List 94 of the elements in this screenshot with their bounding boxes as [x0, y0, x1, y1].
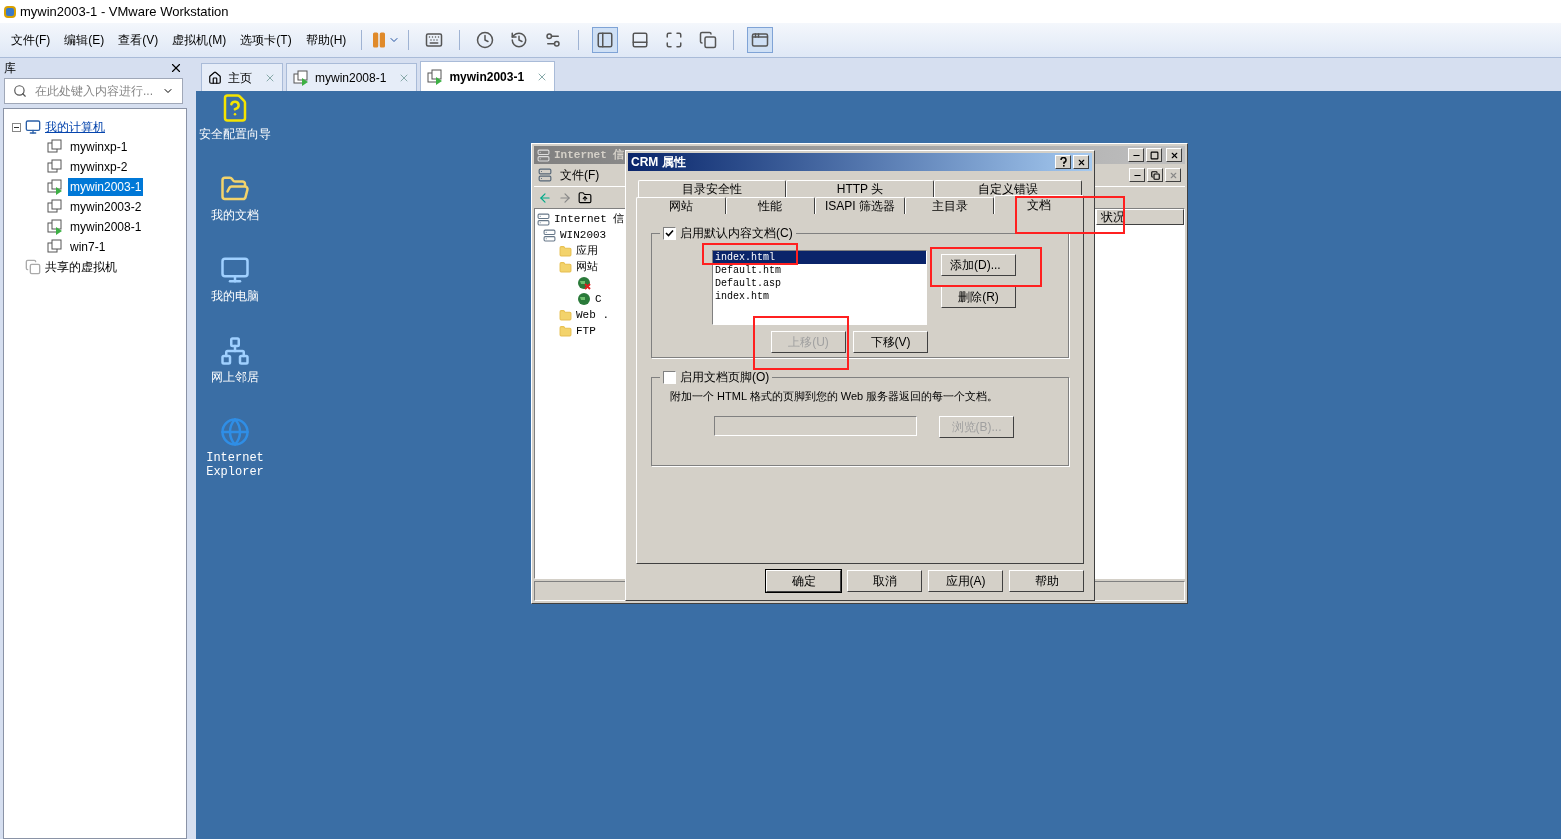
menu-item[interactable]: 帮助(H)	[298, 31, 354, 49]
window-title: Internet 信	[554, 147, 625, 163]
collapse-icon[interactable]	[12, 122, 21, 132]
app-icon	[4, 5, 16, 18]
running-vm-icon	[427, 68, 444, 85]
folder-icon	[559, 244, 572, 258]
computer-icon[interactable]	[220, 255, 250, 285]
home-icon	[208, 70, 222, 85]
dialog-tab[interactable]: 性能	[725, 197, 816, 214]
dialog-tab[interactable]: ISAPI 筛选器	[815, 197, 905, 214]
restore-button[interactable]	[1147, 168, 1163, 182]
dialog-title: CRM 属性	[631, 154, 686, 171]
server-icon	[543, 228, 556, 242]
folder-icon	[559, 308, 572, 322]
tree-item[interactable]: Web .	[576, 306, 609, 324]
close-button[interactable]	[1073, 155, 1089, 169]
close-button[interactable]	[1165, 168, 1181, 182]
minimize-button[interactable]	[1128, 148, 1144, 162]
network-icon[interactable]	[220, 336, 250, 366]
tree-item[interactable]: mywinxp-2	[68, 158, 130, 176]
window-icon[interactable]	[747, 27, 774, 53]
desktop-icon-label: 网上邻居	[211, 370, 259, 384]
checkbox-label: 启用文档页脚(O)	[680, 369, 770, 386]
list-item[interactable]: Default.asp	[713, 277, 926, 290]
dialog-button[interactable]: 帮助	[1009, 570, 1084, 592]
window-title: mywin2003-1 - VMware Workstation	[20, 2, 229, 21]
help-button[interactable]	[1055, 155, 1071, 169]
search-field[interactable]: 在此处键入内容进行...	[4, 78, 183, 104]
footer-description: 附加一个 HTML 格式的页脚到您的 Web 服务器返回的每一个文档。	[670, 390, 1000, 402]
folder-icon	[559, 324, 572, 338]
tree-item[interactable]: FTP	[576, 322, 596, 340]
desktop-icon-label: Internet Explorer	[205, 451, 265, 479]
restore-icon	[1150, 170, 1160, 180]
desktop-icon-label: 我的文档	[211, 208, 259, 222]
tree-item[interactable]: mywin2003-2	[68, 198, 144, 216]
desktop-icon-label: 我的电脑	[211, 289, 259, 303]
tree-item[interactable]: 应用	[576, 242, 598, 260]
maximize-button[interactable]	[1146, 148, 1162, 162]
desktop-icon-label: 安全配置向导	[199, 127, 271, 141]
menu-item[interactable]: 文件(F)	[560, 166, 600, 184]
library-title: 库	[4, 60, 16, 77]
tree-item[interactable]: mywinxp-1	[68, 138, 130, 156]
menu-item[interactable]: 文件(F)	[4, 31, 58, 49]
dialog-button[interactable]: 确定	[766, 570, 841, 592]
list-item[interactable]: index.htm	[713, 290, 926, 303]
dialog-tab[interactable]: 目录安全性	[638, 180, 786, 197]
list-item[interactable]: Default.htm	[713, 264, 926, 277]
server-icon	[537, 148, 550, 162]
list-item[interactable]: index.html	[713, 251, 926, 264]
tree-item[interactable]: 共享的虚拟机	[45, 258, 117, 276]
tab[interactable]: 主页	[201, 63, 283, 91]
remove-button[interactable]: 删除(R)	[941, 286, 1016, 308]
menu-item[interactable]: 编辑(E)	[57, 31, 112, 49]
tab[interactable]: mywin2003-1	[420, 61, 556, 91]
computer-icon	[25, 119, 41, 135]
tree-item[interactable]: mywin2003-1	[68, 178, 144, 196]
close-icon	[1076, 157, 1086, 167]
server-icon	[537, 212, 550, 226]
running-vm-icon	[293, 69, 309, 86]
folder-icon	[559, 260, 572, 274]
search-icon	[13, 84, 27, 98]
add-button[interactable]: 添加(D)...	[941, 254, 1016, 276]
move-down-button[interactable]: 下移(V)	[853, 331, 928, 353]
question-mark-icon	[1059, 157, 1067, 167]
up-folder-icon[interactable]	[578, 190, 592, 205]
sidebar-view-icon[interactable]	[592, 27, 619, 53]
checkbox-label: 启用默认内容文档(C)	[680, 225, 793, 242]
close-icon	[1169, 150, 1179, 160]
close-button[interactable]	[1166, 148, 1182, 162]
dialog-button[interactable]: 取消	[847, 570, 922, 592]
menu-item[interactable]: 查看(V)	[111, 31, 166, 49]
tree-item[interactable]: 网站	[576, 258, 598, 276]
search-input[interactable]: 在此处键入内容进行...	[35, 82, 154, 100]
shared-vm-icon	[25, 259, 41, 275]
menu-item[interactable]: 选项卡(T)	[233, 31, 299, 49]
checkbox[interactable]	[663, 370, 676, 384]
close-icon[interactable]	[169, 61, 183, 75]
dialog-tab[interactable]: HTTP 头	[786, 180, 934, 197]
tree-item[interactable]: win7-1	[68, 238, 108, 256]
tree-item[interactable]: Internet 信	[554, 210, 625, 228]
close-icon	[1168, 170, 1178, 180]
maximize-icon	[1149, 150, 1159, 160]
dialog-tab[interactable]: 文档	[994, 195, 1084, 214]
server-icon	[538, 168, 552, 182]
dialog-button[interactable]: 应用(A)	[928, 570, 1003, 592]
tree-item[interactable]: mywin2008-1	[68, 218, 144, 236]
menu-item[interactable]: 虚拟机(M)	[165, 31, 234, 49]
tree-item[interactable]: WIN2003	[560, 226, 607, 244]
checkbox[interactable]	[663, 226, 676, 240]
tab[interactable]: mywin2008-1	[286, 63, 418, 91]
tree-item[interactable]: 我的计算机	[45, 118, 105, 136]
tree-item[interactable]: C	[595, 290, 602, 308]
dialog-tab[interactable]: 网站	[636, 197, 726, 214]
minimize-button[interactable]	[1129, 168, 1145, 182]
